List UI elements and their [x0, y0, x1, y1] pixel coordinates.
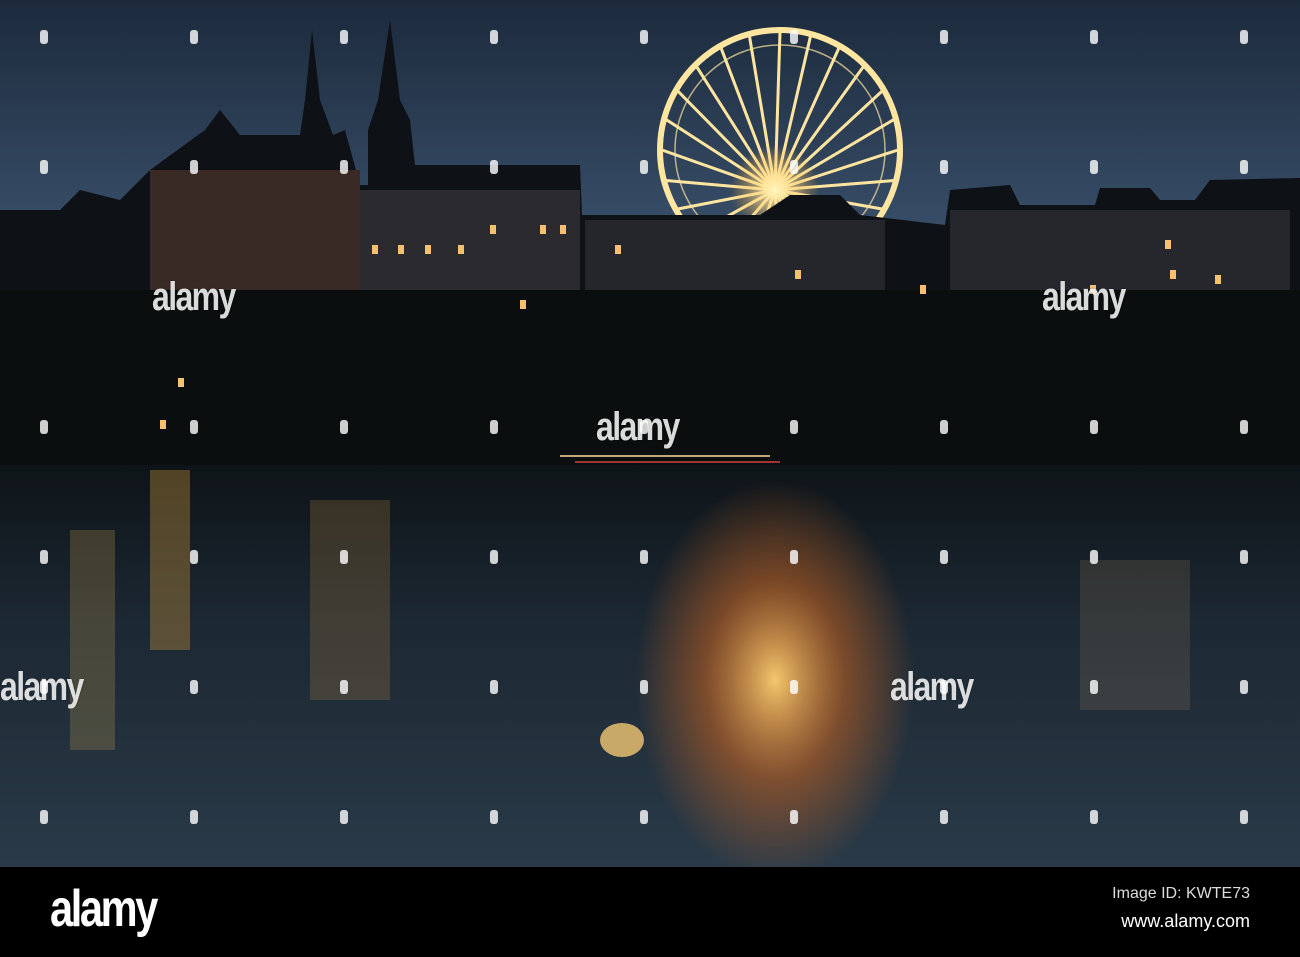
watermark-icon	[640, 160, 648, 174]
watermark-icon	[790, 550, 798, 564]
lit-window	[795, 270, 801, 279]
lit-window	[1165, 240, 1171, 249]
lit-window	[178, 378, 184, 387]
watermark-icon	[1090, 810, 1098, 824]
lit-window	[490, 225, 496, 234]
watermark-icon	[1240, 30, 1248, 44]
watermark-icon	[340, 160, 348, 174]
lit-window	[520, 300, 526, 309]
watermark-icon	[1090, 550, 1098, 564]
alamy-logo: alamy	[50, 880, 158, 938]
watermark-icon	[790, 30, 798, 44]
watermark-icon	[940, 30, 948, 44]
watermark-icon	[190, 810, 198, 824]
watermark-icon	[940, 550, 948, 564]
watermark-icon	[340, 680, 348, 694]
watermark-icon	[190, 30, 198, 44]
watermark-icon	[490, 160, 498, 174]
lit-window	[372, 245, 378, 254]
watermark-icon	[640, 550, 648, 564]
watermark-icon	[1240, 420, 1248, 434]
watermark: alamy	[596, 405, 680, 449]
watermark-icon	[640, 420, 648, 434]
watermark-icon	[1240, 810, 1248, 824]
lit-window	[458, 245, 464, 254]
image-id: Image ID: KWTE73	[1112, 885, 1250, 902]
buoy	[600, 723, 644, 757]
watermark-icon	[940, 810, 948, 824]
watermark: alamy	[152, 275, 236, 319]
watermark-icon	[1090, 680, 1098, 694]
watermark-icon	[190, 680, 198, 694]
watermark-icon	[640, 30, 648, 44]
lit-window	[1215, 275, 1221, 284]
watermark-icon	[640, 680, 648, 694]
watermark-icon	[640, 810, 648, 824]
lit-window	[540, 225, 546, 234]
watermark-icon	[490, 810, 498, 824]
watermark-icon	[790, 680, 798, 694]
watermark-icon	[1090, 30, 1098, 44]
lit-window	[920, 285, 926, 294]
watermark-icon	[940, 160, 948, 174]
lit-window	[1170, 270, 1176, 279]
watermark-icon	[340, 810, 348, 824]
lit-window	[560, 225, 566, 234]
lit-window	[398, 245, 404, 254]
lit-window	[160, 420, 166, 429]
watermark-icon	[190, 160, 198, 174]
watermark-icon	[340, 550, 348, 564]
watermark-icon	[340, 420, 348, 434]
watermark-icon	[40, 420, 48, 434]
site-link[interactable]: www.alamy.com	[1121, 911, 1250, 932]
watermark-icon	[1240, 160, 1248, 174]
watermark-icon	[40, 810, 48, 824]
watermark-icon	[790, 810, 798, 824]
watermark-icon	[790, 160, 798, 174]
footer-bar: alamy Image ID: KWTE73 www.alamy.com	[0, 867, 1300, 957]
watermark: alamy	[1042, 275, 1126, 319]
wheel-reflection	[635, 480, 915, 867]
watermark-icon	[790, 420, 798, 434]
stock-photo: alamy alamy alamy alamy alamy alamy Imag…	[0, 0, 1300, 957]
watermark-icon	[490, 30, 498, 44]
facade	[360, 190, 580, 300]
lit-window	[615, 245, 621, 254]
watermark-icon	[1240, 550, 1248, 564]
watermark-icon	[40, 680, 48, 694]
watermark-icon	[40, 160, 48, 174]
watermark-icon	[940, 420, 948, 434]
watermark-icon	[490, 420, 498, 434]
watermark-icon	[1090, 160, 1098, 174]
watermark: alamy	[890, 665, 974, 709]
watermark-icon	[940, 680, 948, 694]
watermark-icon	[340, 30, 348, 44]
cathedral	[150, 170, 360, 290]
watermark-icon	[1240, 680, 1248, 694]
lit-window	[425, 245, 431, 254]
watermark-icon	[40, 550, 48, 564]
watermark-icon	[40, 30, 48, 44]
watermark-icon	[190, 550, 198, 564]
watermark-icon	[190, 420, 198, 434]
watermark-icon	[490, 680, 498, 694]
watermark-icon	[490, 550, 498, 564]
watermark-icon	[1090, 420, 1098, 434]
